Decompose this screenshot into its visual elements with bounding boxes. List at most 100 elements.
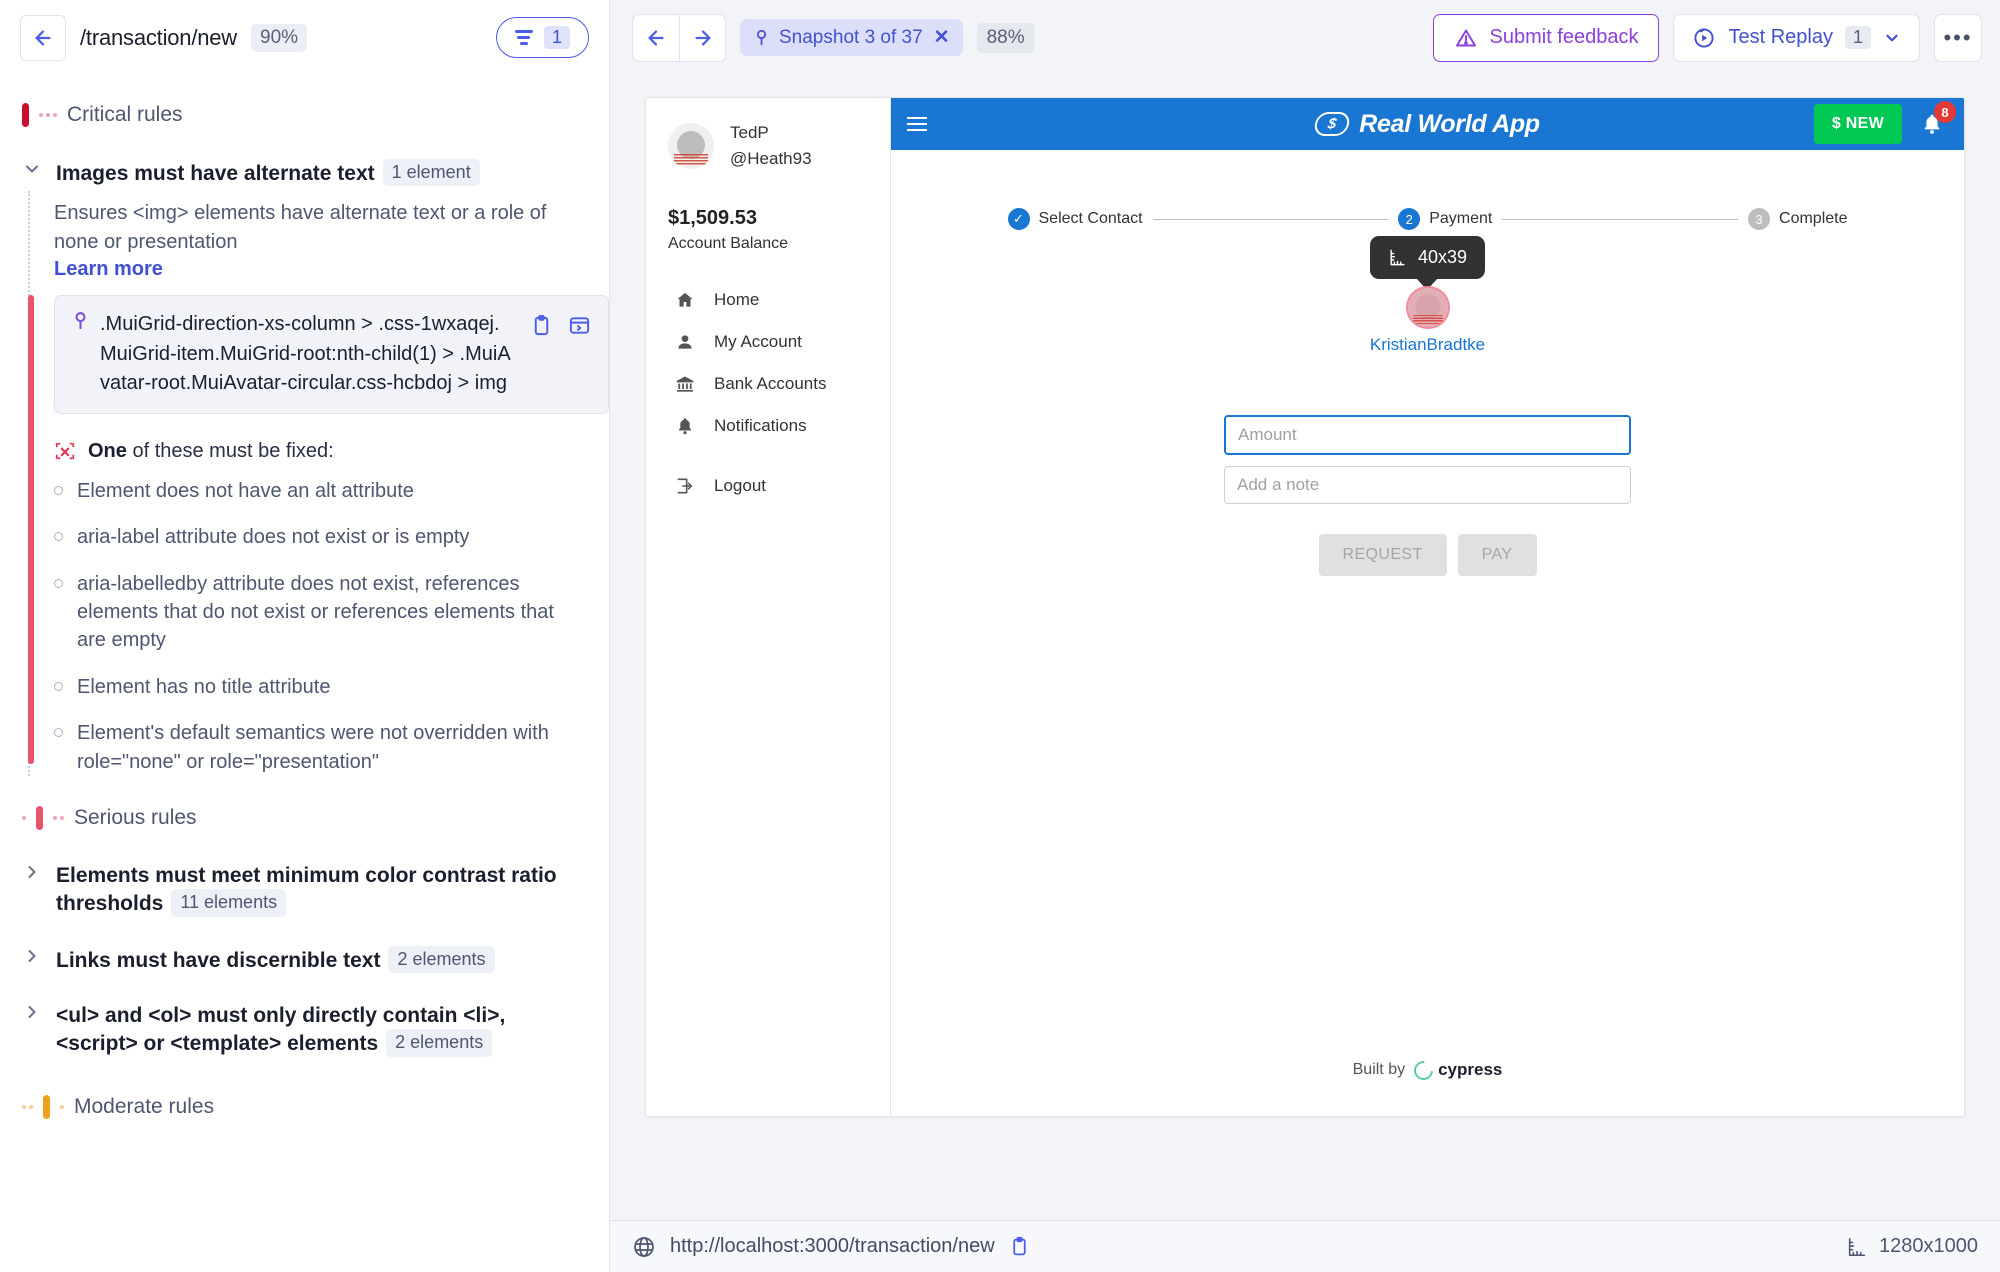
rule-list-children: <ul> and <ol> must only directly contain… bbox=[0, 1002, 609, 1058]
request-button[interactable]: REQUEST bbox=[1319, 534, 1447, 576]
pay-button[interactable]: PAY bbox=[1458, 534, 1537, 576]
severity-bar-serious bbox=[36, 806, 43, 830]
step-connector bbox=[1153, 219, 1389, 220]
rule-description: Ensures <img> elements have alternate te… bbox=[54, 187, 587, 256]
step-label: Select Contact bbox=[1039, 210, 1143, 228]
toolbar-right-section: Snapshot 3 of 37 ✕ 88% Submit feedback T… bbox=[610, 0, 2000, 75]
fix-item-text: aria-label attribute does not exist or i… bbox=[77, 523, 469, 551]
rule-count-badge: 2 elements bbox=[388, 946, 494, 973]
arrow-right-icon bbox=[692, 27, 714, 49]
hamburger-icon[interactable] bbox=[907, 117, 927, 131]
rwa-balance-block: $1,509.53 Account Balance bbox=[646, 173, 890, 253]
bullet-icon bbox=[54, 532, 63, 541]
rule-header[interactable]: Elements must meet minimum color contras… bbox=[22, 862, 587, 918]
chevron-right-icon[interactable] bbox=[22, 862, 42, 882]
toolbar-left-section: /transaction/new 90% 1 bbox=[0, 0, 610, 75]
learn-more-link[interactable]: Learn more bbox=[54, 258, 163, 281]
filter-button[interactable]: 1 bbox=[496, 17, 589, 58]
bullet-icon bbox=[54, 728, 63, 737]
rwa-user-block[interactable]: TedP @Heath93 bbox=[646, 120, 890, 173]
severity-rail-critical-2 bbox=[28, 362, 34, 764]
severity-dots bbox=[22, 1105, 33, 1109]
brand-text: Real World App bbox=[1359, 110, 1540, 139]
bullet-icon bbox=[54, 486, 63, 495]
ruler-icon bbox=[1846, 1236, 1868, 1258]
step-label: Payment bbox=[1429, 210, 1492, 228]
rule-header[interactable]: Images must have alternate text1 element bbox=[22, 159, 587, 187]
fix-heading-strong: One bbox=[88, 440, 127, 462]
rule-title: Links must have discernible text2 elemen… bbox=[56, 946, 495, 974]
step-marker: 3 bbox=[1748, 208, 1770, 230]
step-complete[interactable]: 3 Complete bbox=[1748, 208, 1847, 230]
filter-icon bbox=[515, 30, 533, 45]
rule-title: Images must have alternate text1 element bbox=[56, 159, 480, 187]
selector-card-actions bbox=[526, 310, 594, 340]
clipboard-icon[interactable] bbox=[526, 310, 556, 340]
back-button[interactable] bbox=[20, 15, 66, 61]
note-placeholder: Add a note bbox=[1237, 475, 1319, 495]
submit-feedback-label: Submit feedback bbox=[1490, 26, 1639, 49]
severity-bar-critical bbox=[22, 103, 29, 127]
more-options-button[interactable]: ••• bbox=[1934, 14, 1982, 62]
rwa-user-names: TedP @Heath93 bbox=[730, 120, 812, 173]
rwa-nav-list: Home My Account bbox=[646, 279, 890, 507]
sidebar-item-bank-accounts[interactable]: Bank Accounts bbox=[646, 363, 890, 405]
severity-label-critical: Critical rules bbox=[67, 103, 183, 127]
chevron-right-icon[interactable] bbox=[22, 946, 42, 966]
snapshot-close-icon[interactable]: ✕ bbox=[934, 26, 950, 49]
severity-label-serious: Serious rules bbox=[74, 806, 197, 830]
map-pin-icon[interactable] bbox=[71, 310, 90, 332]
fix-requirements-block: One of these must be fixed: Element does… bbox=[54, 440, 587, 776]
url-text: http://localhost:3000/transaction/new bbox=[670, 1235, 995, 1258]
rwa-appbar-actions: $ NEW 8 bbox=[1814, 104, 1948, 144]
rule-title-text: Elements must meet minimum color contras… bbox=[56, 864, 557, 915]
fix-marker-icon bbox=[54, 440, 76, 462]
rwa-sidebar: TedP @Heath93 $1,509.53 Account Balance bbox=[646, 98, 891, 1116]
sidebar-item-my-account[interactable]: My Account bbox=[646, 321, 890, 363]
note-input[interactable]: Add a note bbox=[1224, 466, 1631, 504]
sidebar-item-notifications[interactable]: Notifications bbox=[646, 405, 890, 447]
rule-title: Elements must meet minimum color contras… bbox=[56, 862, 587, 918]
bullet-icon bbox=[54, 682, 63, 691]
bullet-icon bbox=[54, 579, 63, 588]
notifications-button[interactable]: 8 bbox=[1916, 110, 1948, 138]
url-bar: http://localhost:3000/transaction/new 12… bbox=[610, 1220, 2000, 1272]
snapshot-next-button[interactable] bbox=[679, 15, 725, 61]
sidebar-item-logout[interactable]: Logout bbox=[646, 465, 890, 507]
step-marker: 2 bbox=[1398, 208, 1420, 230]
step-select-contact[interactable]: ✓ Select Contact bbox=[1008, 208, 1143, 230]
test-replay-button[interactable]: Test Replay 1 bbox=[1673, 14, 1920, 62]
submit-feedback-button[interactable]: Submit feedback bbox=[1433, 14, 1660, 62]
chevron-right-icon[interactable] bbox=[22, 1002, 42, 1022]
snapshot-prev-button[interactable] bbox=[633, 15, 679, 61]
rule-header[interactable]: <ul> and <ol> must only directly contain… bbox=[22, 1002, 587, 1058]
amount-input[interactable]: Amount bbox=[1224, 415, 1631, 455]
contact-name[interactable]: KristianBradtke bbox=[1370, 335, 1485, 355]
element-size-text: 40x39 bbox=[1418, 247, 1467, 268]
snapshot-chip[interactable]: Snapshot 3 of 37 ✕ bbox=[740, 19, 963, 56]
logout-icon bbox=[668, 476, 702, 496]
fix-item-text: Element's default semantics were not ove… bbox=[77, 719, 587, 776]
sidebar-item-home[interactable]: Home bbox=[646, 279, 890, 321]
accessibility-panel: Critical rules Images must have alternat… bbox=[0, 75, 610, 1272]
console-icon[interactable] bbox=[564, 310, 594, 340]
rule-count-badge: 11 elements bbox=[171, 889, 286, 916]
step-payment[interactable]: 2 Payment bbox=[1398, 208, 1492, 230]
warning-triangle-icon bbox=[1454, 26, 1478, 50]
fix-heading: One of these must be fixed: bbox=[54, 440, 587, 463]
rule-color-contrast: Elements must meet minimum color contras… bbox=[0, 862, 609, 918]
arrow-left-icon bbox=[32, 27, 54, 49]
fix-heading-text: One of these must be fixed: bbox=[88, 440, 334, 463]
chevron-down-icon[interactable] bbox=[22, 159, 42, 179]
clipboard-icon[interactable] bbox=[1009, 1236, 1030, 1257]
zoom-level-chip: 90% bbox=[251, 24, 307, 52]
rule-header[interactable]: Links must have discernible text2 elemen… bbox=[22, 946, 587, 974]
avatar[interactable] bbox=[1408, 288, 1448, 327]
sidebar-item-label: Notifications bbox=[714, 416, 807, 436]
amount-placeholder: Amount bbox=[1238, 425, 1297, 445]
new-transaction-button[interactable]: $ NEW bbox=[1814, 104, 1902, 144]
page-title: Real World App bbox=[891, 110, 1964, 139]
severity-dots bbox=[22, 816, 26, 820]
rule-count-badge: 1 element bbox=[383, 159, 480, 186]
violation-selector-card[interactable]: .MuiGrid-direction-xs-column > .css-1wxa… bbox=[54, 295, 609, 414]
